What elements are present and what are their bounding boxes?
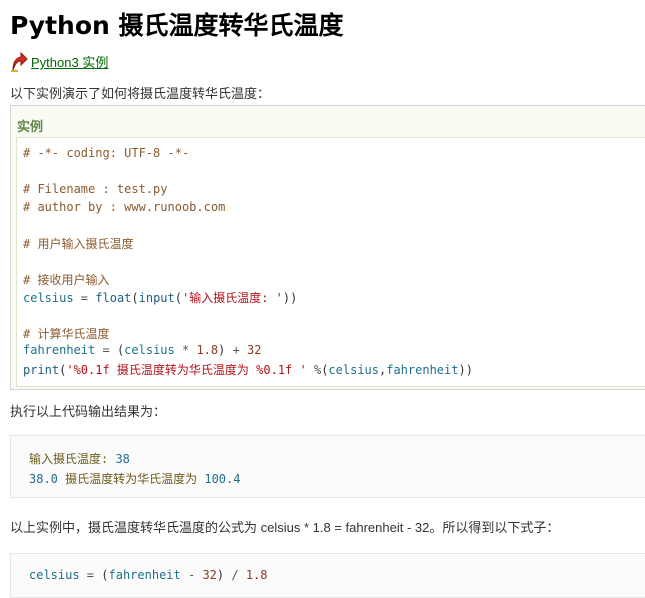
- code-line-3: # author by : www.runoob.com: [23, 200, 226, 214]
- code-token: %: [306, 363, 322, 377]
- code-token: input: [138, 291, 175, 305]
- code-line-4: # 用户输入摄氏温度: [23, 237, 134, 251]
- code-token: )): [458, 363, 473, 377]
- example-block: 实例 # -*- coding: UTF-8 -*- # Filename : …: [10, 105, 645, 390]
- code-token: 1.8: [196, 343, 219, 357]
- formula-line: celsius = (fahrenheit - 32) / 1.8: [29, 568, 268, 582]
- code-line-6: celsius = float(input('输入摄氏温度: ')): [23, 289, 297, 306]
- output-token: 38: [115, 452, 130, 466]
- output-box: 输入摄氏温度: 38 38.0 摄氏温度转为华氏温度为 100.4: [10, 435, 645, 498]
- code-token: celsius: [23, 291, 74, 305]
- code-token: fahrenheit: [23, 343, 96, 357]
- code-token: 32: [247, 343, 262, 357]
- code-token: '输入摄氏温度: ': [181, 291, 283, 305]
- code-token: =: [73, 291, 96, 305]
- formula-token: celsius: [29, 568, 80, 582]
- code-token: float: [95, 291, 132, 305]
- code-token: fahrenheit: [386, 363, 459, 377]
- formula-token: fahrenheit: [108, 568, 181, 582]
- code-token: (: [131, 291, 139, 305]
- code-token: *: [174, 343, 197, 357]
- back-link[interactable]: Python3 实例: [10, 48, 108, 72]
- code-token: (: [174, 291, 182, 305]
- code-token: celsius: [328, 363, 379, 377]
- code-line-1: # -*- coding: UTF-8 -*-: [23, 146, 190, 160]
- formula-box: celsius = (fahrenheit - 32) / 1.8: [10, 553, 645, 598]
- code-token: celsius: [124, 343, 175, 357]
- output-token: 摄氏温度转为华氏温度为: [57, 472, 205, 486]
- code-line-8: fahrenheit = (celsius * 1.8) + 32: [23, 343, 262, 357]
- code-token: )): [282, 291, 298, 305]
- output-token: 38.0: [29, 472, 58, 486]
- formula-token: 32: [202, 568, 217, 582]
- formula-intro: 以上实例中，摄氏温度转华氏温度的公式为 celsius * 1.8 = fahr…: [10, 520, 560, 535]
- output-intro: 执行以上代码输出结果为：: [10, 404, 167, 419]
- code-token: =: [95, 343, 117, 357]
- output-token: 100.4: [204, 472, 241, 486]
- code-token: '%0.1f 摄氏温度转为华氏温度为 %0.1f ': [66, 363, 307, 377]
- code-token: print: [23, 363, 60, 377]
- code-line-2: # Filename : test.py: [23, 182, 168, 196]
- python3-examples-link[interactable]: Python3 实例: [31, 52, 108, 71]
- formula-token: 1.8: [245, 568, 268, 582]
- code-line-9: print('%0.1f 摄氏温度转为华氏温度为 %0.1f ' %(celsi…: [23, 361, 473, 378]
- page-title: Python 摄氏温度转华氏温度: [10, 11, 344, 40]
- output-line-2: 38.0 摄氏温度转为华氏温度为 100.4: [29, 470, 240, 487]
- red-up-arrow-icon: [10, 50, 28, 72]
- output-line-1: 输入摄氏温度: 38: [29, 450, 130, 467]
- formula-token: /: [224, 568, 246, 582]
- code-line-7: # 计算华氏温度: [23, 327, 110, 341]
- example-title: 实例: [17, 119, 44, 134]
- intro-text: 以下实例演示了如何将摄氏温度转华氏温度：: [10, 86, 271, 101]
- formula-token: =: [79, 568, 102, 582]
- code-token: +: [225, 343, 248, 357]
- formula-token: -: [180, 568, 203, 582]
- formula-token: (: [101, 568, 109, 582]
- code-line-5: # 接收用户输入: [23, 273, 110, 287]
- output-token: 输入摄氏温度:: [29, 452, 116, 466]
- code-box: # -*- coding: UTF-8 -*- # Filename : tes…: [16, 137, 645, 387]
